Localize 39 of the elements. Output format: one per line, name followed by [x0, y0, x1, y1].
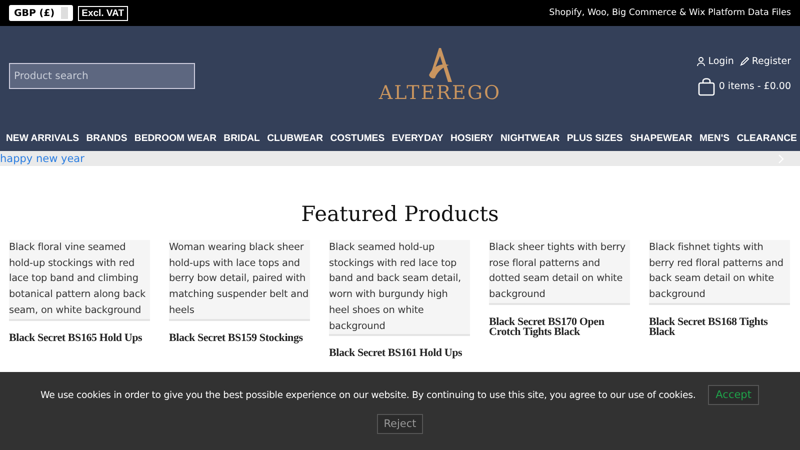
nav-link[interactable]: BRANDS — [86, 133, 128, 144]
nav-link[interactable]: HOSIERY — [450, 133, 494, 144]
nav-link[interactable]: PLUS SIZES — [566, 133, 623, 144]
nav-link[interactable]: COSTUMES — [330, 133, 385, 144]
pencil-icon — [740, 57, 749, 66]
product-title[interactable]: Black Secret BS168 Tights Black — [649, 316, 790, 338]
product-title[interactable]: Black Secret BS165 Hold Ups — [9, 332, 150, 344]
nav-link[interactable]: CLEARANCE — [736, 133, 797, 144]
accept-button[interactable]: Accept — [708, 385, 760, 405]
nav-link[interactable]: CLUBWEAR — [267, 133, 324, 144]
tagline: Shopify, Woo, Big Commerce & Wix Platform Data Files — [549, 8, 791, 18]
register-link[interactable]: Register — [740, 56, 791, 67]
nav-link[interactable]: SHAPEWEAR — [630, 133, 692, 144]
nav-link[interactable]: NEW ARRIVALS — [6, 133, 80, 144]
section-title: Featured Products — [300, 202, 500, 226]
nav-link[interactable]: MEN'S — [700, 133, 730, 144]
image-alt-text[interactable]: Black fishnet tights with berry red floral patterns and back seam detail on white background — [649, 240, 790, 305]
currency-select[interactable]: GBP (£) — [9, 5, 73, 21]
user-icon — [697, 57, 706, 66]
product-title[interactable]: Black Secret BS170 Open Crotch Tights Black — [489, 316, 630, 338]
cookie-message: We use cookies in order to give you the best possible experience on our website. By continuing to use this site, you agree to our use of cookies. — [40, 390, 696, 400]
nav-link[interactable]: NIGHTWEAR — [500, 133, 560, 144]
image-alt-text[interactable]: Black floral vine seamed hold-up stockings with red lace top band and climbing botanical pattern along back seam, on white background — [9, 240, 150, 321]
nav-link[interactable]: BRIDAL — [224, 133, 260, 144]
nav-link[interactable]: BEDROOM WEAR — [134, 133, 216, 144]
image-alt-text[interactable]: Black sheer tights with berry rose floral patterns and dotted seam detail on white background — [489, 240, 630, 305]
login-link[interactable]: Login — [697, 56, 734, 67]
image-alt-text[interactable]: Black seamed hold-up stockings with red lace top band and back seam detail, worn with burgundy high heel shoes on white background — [329, 240, 470, 336]
nav-link[interactable]: EVERYDAY — [392, 133, 444, 144]
logo-icon — [427, 48, 453, 82]
cart-link[interactable]: 0 items - £0.00 — [698, 77, 791, 96]
reject-button[interactable]: Reject — [376, 414, 424, 434]
search-field[interactable]: Product search — [9, 63, 195, 89]
vat-toggle[interactable]: Excl. VAT — [78, 6, 128, 20]
product-title[interactable]: Black Secret BS161 Hold Ups — [329, 348, 470, 359]
logo-text: ALTEREGO — [378, 82, 502, 104]
product-title[interactable]: Black Secret BS159 Stockings — [169, 332, 310, 344]
image-alt-text[interactable]: Woman wearing black sheer hold-ups with lace tops and berry bow detail, paired with matching suspender belt and heels — [169, 240, 310, 321]
shopping-bag-icon — [698, 77, 715, 96]
